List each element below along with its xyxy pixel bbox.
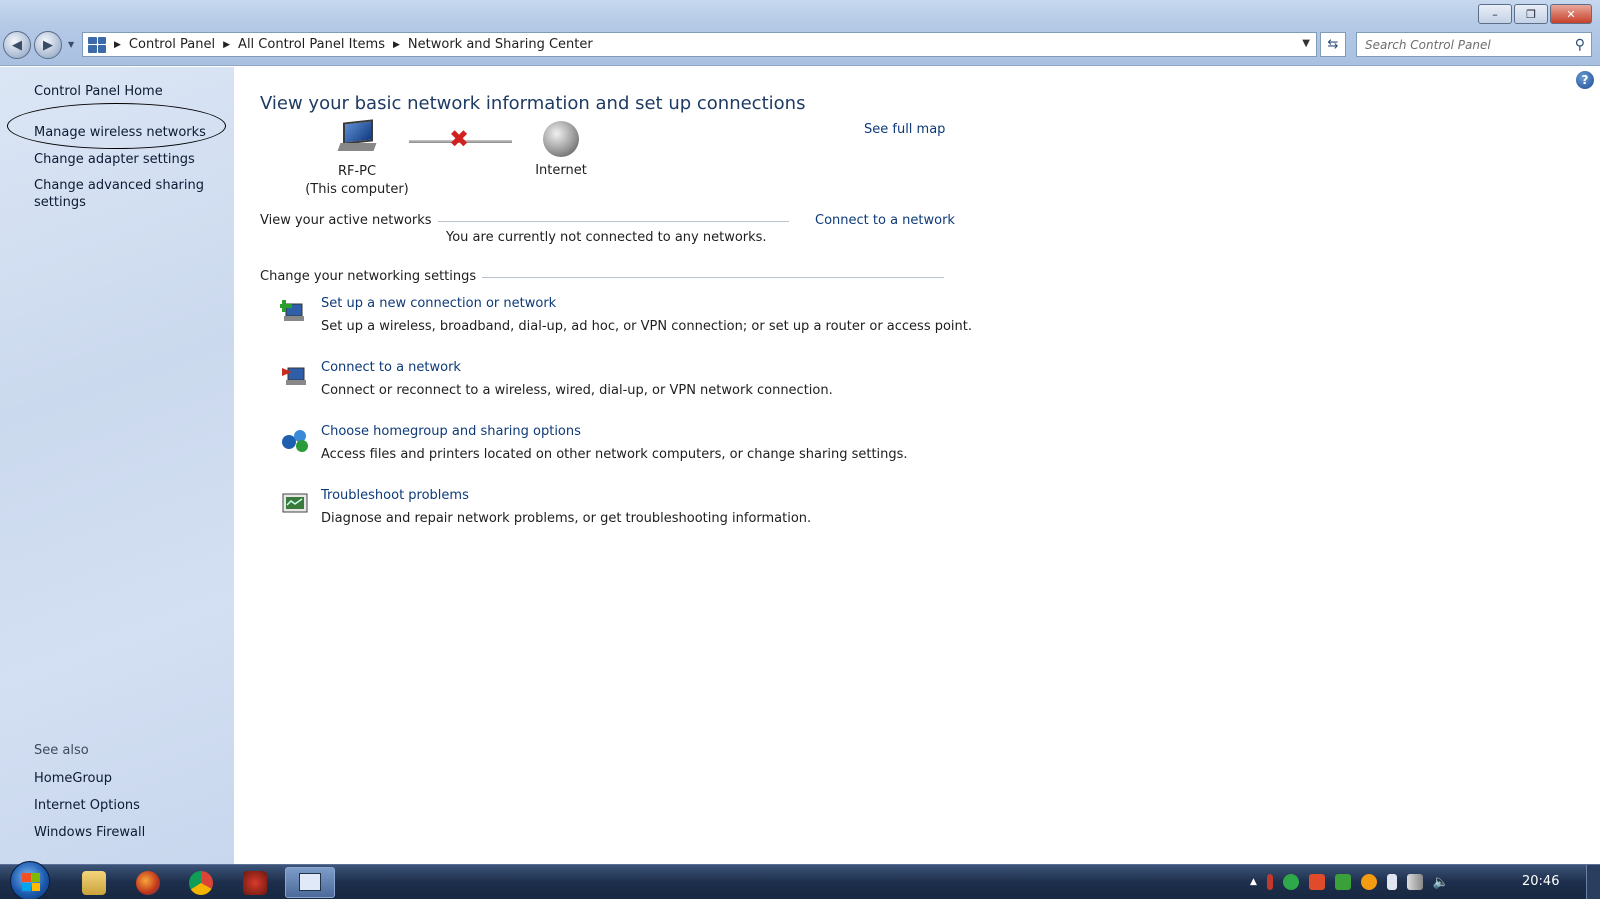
new-connection-icon [280,300,304,321]
window-titlebar: – ❐ ✕ ◀ ▶ ▼ ▶ Control Panel ▶ All Contro… [0,0,1600,66]
battery-icon[interactable] [1386,874,1397,890]
homegroup-icon [282,430,308,452]
breadcrumb-control-panel[interactable]: Control Panel [129,37,215,52]
see-also-internet-options[interactable]: Internet Options [34,797,140,814]
computer-name: RF-PC [337,164,377,179]
chrome-taskbar-icon[interactable] [189,871,213,895]
computer-label: RF-PC (This computer) [292,163,422,199]
recent-pages-dropdown[interactable]: ▼ [68,40,74,49]
computer-subtitle: (This computer) [305,182,409,197]
sidebar: Control Panel Home Manage wireless netwo… [0,67,234,864]
start-button[interactable] [10,861,50,899]
minimize-button[interactable]: – [1478,4,1512,24]
forward-arrow-icon: ▶ [43,37,53,53]
control-panel-icon [88,36,106,53]
help-icon[interactable]: ? [1576,71,1594,89]
taskbar: ▲ 🔈 20:46 [0,861,1600,899]
not-connected-message: You are currently not connected to any n… [446,230,767,245]
computer-icon[interactable] [337,119,379,155]
address-dropdown-icon[interactable]: ▼ [1302,38,1310,49]
task-description: Connect or reconnect to a wireless, wire… [321,383,833,398]
page-title: View your basic network information and … [260,93,806,114]
address-bar[interactable]: ▶ Control Panel ▶ All Control Panel Item… [82,32,1317,57]
task-description: Access files and printers located on oth… [321,447,908,462]
forward-button[interactable]: ▶ [34,31,62,59]
tray-app-icon[interactable] [1266,874,1273,890]
tray-app-icon[interactable] [1282,874,1299,890]
task-link[interactable]: Set up a new connection or network [321,296,556,311]
troubleshoot-icon [282,493,308,513]
see-full-map-link[interactable]: See full map [864,122,945,137]
connect-network-icon [282,367,306,385]
app-taskbar-icon[interactable] [243,871,267,895]
divider [470,277,944,278]
tray-security-icon[interactable] [1334,874,1351,890]
disconnected-x-icon[interactable]: ✖ [449,127,469,151]
back-arrow-icon: ◀ [12,37,22,53]
search-box[interactable]: ⚲ [1356,32,1592,57]
network-signal-icon[interactable] [1406,874,1423,890]
show-desktop-button[interactable] [1586,865,1600,899]
see-also-homegroup[interactable]: HomeGroup [34,770,112,787]
task-link[interactable]: Choose homegroup and sharing options [321,424,581,439]
volume-icon[interactable]: 🔈 [1433,875,1449,890]
search-icon[interactable]: ⚲ [1575,37,1585,53]
refresh-button[interactable]: ⇆ [1320,32,1346,57]
active-networks-heading: View your active networks [260,213,438,228]
window-controls: – ❐ ✕ [1478,4,1592,24]
networking-settings-heading: Change your networking settings [260,269,483,284]
connect-to-network-link[interactable]: Connect to a network [809,213,955,228]
back-button[interactable]: ◀ [3,31,31,59]
sidebar-link-control-panel-home[interactable]: Control Panel Home [34,83,163,100]
search-input[interactable] [1365,37,1565,52]
sidebar-link-adapter-settings[interactable]: Change adapter settings [34,151,195,168]
see-also-windows-firewall[interactable]: Windows Firewall [34,824,145,841]
firefox-taskbar-icon[interactable] [136,871,160,895]
sidebar-link-advanced-sharing[interactable]: Change advanced sharing settings [34,177,204,211]
explorer-taskbar-icon[interactable] [82,871,106,895]
refresh-icon: ⇆ [1327,37,1339,52]
divider [424,221,789,222]
task-link[interactable]: Connect to a network [321,360,461,375]
control-panel-taskbar-button[interactable] [285,867,335,898]
breadcrumb-separator[interactable]: ▶ [223,40,230,50]
breadcrumb-network-sharing[interactable]: Network and Sharing Center [408,37,593,52]
close-button[interactable]: ✕ [1550,4,1592,24]
windows-logo-icon [22,873,40,891]
control-panel-taskbar-icon [299,873,321,891]
show-hidden-icons-icon[interactable]: ▲ [1250,877,1257,887]
task-link[interactable]: Troubleshoot problems [321,488,469,503]
internet-label: Internet [535,163,587,178]
maximize-button[interactable]: ❐ [1514,4,1548,24]
tray-app-icon[interactable] [1308,874,1325,890]
tray-app-icon[interactable] [1360,874,1377,890]
main-content: ? View your basic network information an… [234,67,1600,864]
breadcrumb-separator[interactable]: ▶ [114,40,121,50]
system-tray: ▲ 🔈 [1250,874,1449,890]
breadcrumb-all-items[interactable]: All Control Panel Items [238,37,385,52]
internet-globe-icon[interactable] [543,121,579,157]
task-description: Set up a wireless, broadband, dial-up, a… [321,319,973,334]
taskbar-clock[interactable]: 20:46 [1522,874,1559,889]
task-description: Diagnose and repair network problems, or… [321,511,812,526]
sidebar-link-manage-wireless[interactable]: Manage wireless networks [34,124,206,141]
breadcrumb-separator[interactable]: ▶ [393,40,400,50]
see-also-heading: See also [34,743,89,758]
